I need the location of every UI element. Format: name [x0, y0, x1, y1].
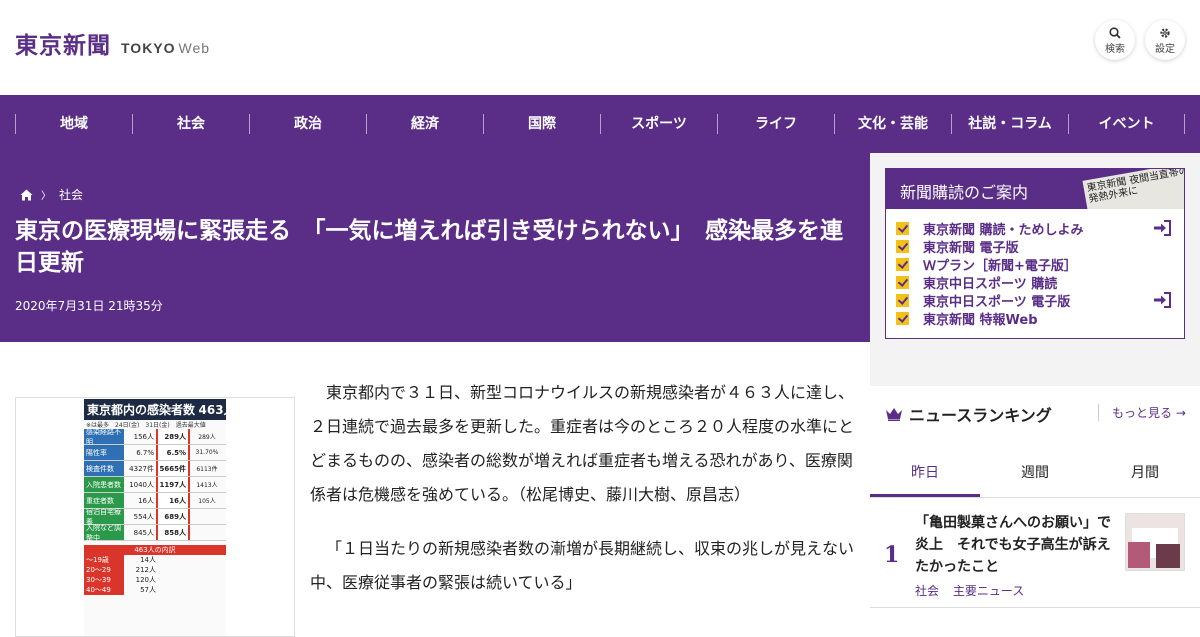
infographic-row: 入院など調整中 845人 858人	[84, 524, 226, 542]
subscription-heading: 新聞購読のご案内 東京新聞 夜間当直帯の発熱外来に	[886, 169, 1184, 209]
infographic-row: 入院患者数 1040人 1197人 1413人	[84, 477, 226, 493]
nav-item-sports[interactable]: スポーツ	[600, 114, 717, 134]
subscription-item-label: 東京中日スポーツ 電子版	[923, 294, 1071, 310]
infographic-row: 陽性率 6.7% 6.5% 31.70%	[84, 445, 226, 461]
login-icon[interactable]	[1152, 220, 1172, 236]
ranking-thumbnail[interactable]	[1125, 513, 1185, 571]
subscription-item[interactable]: 東京新聞 特報Web	[896, 309, 1172, 328]
subscription-item-label: 東京新聞 特報Web	[923, 312, 1038, 328]
main-nav: 地域 社会 政治 経済 国際 スポーツ ライフ 文化・芸能 社説・コラム イベン…	[0, 95, 1200, 153]
subscription-heading-text: 新聞購読のご案内	[900, 183, 1029, 202]
search-button[interactable]: 検索	[1095, 20, 1135, 60]
tab-monthly[interactable]: 月間	[1090, 450, 1200, 497]
logo-sub-text: TOKYO Web	[121, 40, 211, 56]
nav-item-shakai[interactable]: 社会	[132, 114, 249, 134]
article-figure[interactable]: 東京都内の感染者数 463人 ※は最多 24日(金) 31日(金) 過去最大値 …	[15, 397, 295, 637]
article-paragraph: 「１日当たりの新規感染者数の漸増が長期継続し、収束の兆しが見えない中、医療従事者…	[310, 539, 855, 592]
login-icon[interactable]	[1152, 292, 1172, 308]
subscription-list: 東京新聞 購読・ためしよみ 東京新聞 電子版 Ｗプラン［新聞+電子版］ 東京中日…	[886, 209, 1184, 328]
check-icon	[896, 293, 909, 307]
check-icon	[896, 239, 909, 253]
subscription-item-label: 東京新聞 購読・ためしよみ	[923, 222, 1084, 238]
infographic-age-row: 20〜29 212人	[84, 565, 156, 575]
infographic-age-row: 40〜49 57人	[84, 585, 156, 595]
subscription-box: 新聞購読のご案内 東京新聞 夜間当直帯の発熱外来に 東京新聞 購読・ためしよみ …	[885, 168, 1185, 339]
subscription-item-label: 東京中日スポーツ 購読	[923, 276, 1058, 292]
tab-yesterday[interactable]: 昨日	[870, 450, 980, 497]
nav-item-kokusai[interactable]: 国際	[483, 114, 600, 134]
subscription-item[interactable]: 東京新聞 電子版	[896, 237, 1172, 256]
subscription-item-label: 東京新聞 電子版	[923, 240, 1019, 256]
settings-button[interactable]: 設定	[1145, 20, 1185, 60]
breadcrumb-separator-icon: 〉	[41, 191, 51, 202]
infographic-age-row: 30〜39 120人	[84, 575, 156, 585]
ranking-heading-text: ニュースランキング	[909, 406, 1052, 425]
article-body: 東京都内で３１日、新型コロナウイルスの新規感染者が４６３人に達し、２日連続で過去…	[310, 376, 858, 600]
nav-item-culture[interactable]: 文化・芸能	[834, 114, 951, 134]
site-header: 東京新聞 TOKYO Web 検索 設定	[0, 0, 1200, 95]
check-icon	[896, 257, 909, 271]
ranking-more-link[interactable]: もっと見る →	[1098, 404, 1186, 421]
ranking-title[interactable]: 「亀田製菓さんへのお願い」で炎上 それでも女子高生が訴えたかったこと	[915, 512, 1115, 578]
ranking-heading: ニュースランキング	[885, 402, 1052, 426]
breadcrumb-section-link[interactable]: 社会	[59, 186, 83, 203]
infographic-row: 検査件数 4327件 5665件 6113件	[84, 461, 226, 477]
ranking-tabs: 昨日 週間 月間	[870, 450, 1200, 498]
nav-item-chiiki[interactable]: 地域	[15, 114, 132, 134]
article-title: 東京の医療現場に緊張走る 「一気に増えれば引き受けられない」 感染最多を連日更新	[15, 218, 843, 276]
check-icon	[896, 275, 909, 289]
subscription-item[interactable]: 東京新聞 購読・ためしよみ	[896, 219, 1172, 238]
search-label: 検索	[1105, 44, 1125, 55]
nav-item-event[interactable]: イベント	[1068, 114, 1185, 134]
ranking-tag[interactable]: 社会	[915, 584, 939, 598]
infographic-age-row: 〜19歳 14人	[84, 555, 156, 565]
home-icon[interactable]	[20, 189, 33, 201]
site-logo[interactable]: 東京新聞 TOKYO Web	[15, 26, 210, 60]
nav-item-editorial[interactable]: 社説・コラム	[951, 114, 1068, 134]
article-header: 〉 社会 東京の医療現場に緊張走る 「一気に増えれば引き受けられない」 感染最多…	[0, 153, 870, 342]
infographic-title: 東京都内の感染者数 463人	[84, 399, 226, 420]
logo-main-text: 東京新聞	[15, 32, 111, 59]
subscription-item[interactable]: Ｗプラン［新聞+電子版］	[896, 255, 1172, 274]
infographic-row: 感染経路不明 156人 289人 289人	[84, 428, 226, 446]
gear-icon	[1160, 28, 1170, 38]
check-icon	[896, 311, 909, 325]
search-icon	[1109, 27, 1121, 39]
article-date: 2020年7月31日 21時35分	[15, 299, 163, 313]
arrow-right-icon: →	[1175, 406, 1186, 420]
infographic-breakdown-title: 463人の内訳	[84, 545, 226, 555]
news-ranking: ニュースランキング もっと見る → 昨日 週間 月間 1 「亀田製菓さんへのお願…	[870, 386, 1200, 630]
nav-item-seiji[interactable]: 政治	[249, 114, 366, 134]
subscription-item-label: Ｗプラン［新聞+電子版］	[923, 258, 1077, 274]
subscription-item[interactable]: 東京中日スポーツ 購読	[896, 273, 1172, 292]
infographic: 東京都内の感染者数 463人 ※は最多 24日(金) 31日(金) 過去最大値 …	[84, 399, 226, 636]
crown-icon	[886, 408, 902, 421]
ranking-number: 1	[884, 542, 900, 568]
nav-item-life[interactable]: ライフ	[717, 114, 834, 134]
tab-weekly[interactable]: 週間	[980, 450, 1090, 497]
ranking-item[interactable]: 1 「亀田製菓さんへのお願い」で炎上 それでも女子高生が訴えたかったこと 社会 …	[870, 498, 1200, 608]
subscription-item[interactable]: 東京中日スポーツ 電子版	[896, 291, 1172, 310]
breadcrumb: 〉 社会	[20, 186, 83, 203]
ranking-tags: 社会 主要ニュース	[915, 582, 1024, 599]
nav-item-keizai[interactable]: 経済	[366, 114, 483, 134]
settings-label: 設定	[1155, 44, 1175, 55]
newspaper-image: 東京新聞 夜間当直帯の発熱外来に	[1082, 169, 1184, 209]
article-paragraph: 東京都内で３１日、新型コロナウイルスの新規感染者が４６３人に達し、２日連続で過去…	[310, 383, 855, 504]
ranking-tag[interactable]: 主要ニュース	[953, 584, 1024, 598]
check-icon	[896, 221, 909, 235]
